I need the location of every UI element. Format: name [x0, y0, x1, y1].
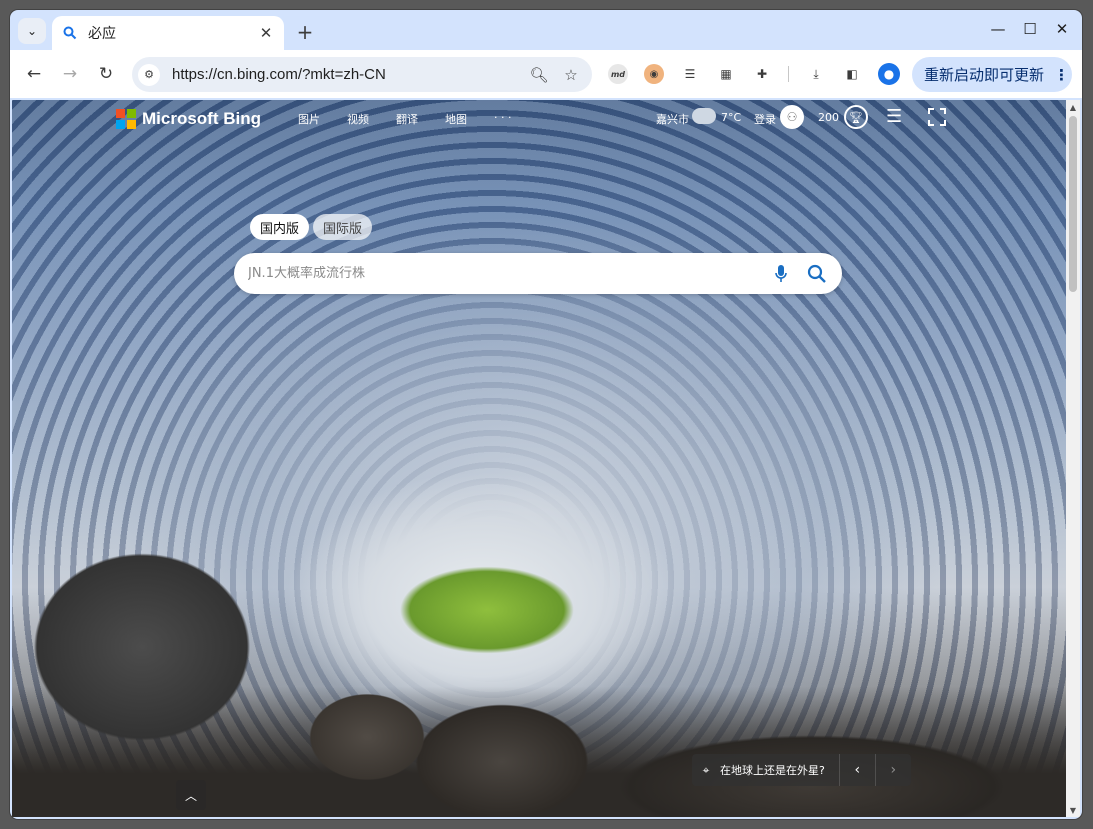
zoom-icon[interactable]: 🔍︎ [528, 66, 550, 84]
region-tabs: 国内版 国际版 [250, 214, 373, 240]
arrow-left-icon: ← [26, 64, 42, 84]
microphone-icon[interactable] [770, 263, 792, 285]
weather-temp[interactable]: 7°C [721, 111, 741, 124]
forward-button[interactable]: → [58, 62, 82, 86]
nav-videos[interactable]: 视频 [347, 111, 369, 127]
nav-images[interactable]: 图片 [298, 111, 320, 127]
download-icon[interactable]: ⤓ [806, 64, 826, 84]
scrollbar-thumb[interactable] [1069, 116, 1077, 292]
nav-maps[interactable]: 地图 [445, 111, 467, 127]
relaunch-update-button[interactable]: 重新启动即可更新 ⋮ [912, 57, 1072, 92]
reload-icon: ↻ [98, 64, 114, 84]
login-link[interactable]: 登录 [754, 111, 776, 127]
owl-extension-icon[interactable]: ◉ [644, 64, 664, 84]
chevron-up-icon: ︿ [184, 788, 197, 803]
tab-title: 必应 [88, 26, 116, 42]
side-panel-icon[interactable]: ◧ [842, 64, 862, 84]
minimize-button[interactable]: — [988, 20, 1008, 38]
more-menu-icon[interactable]: ⋮ [1054, 66, 1069, 84]
bing-logo[interactable]: Microsoft Bing [116, 109, 261, 129]
tab-search-button[interactable]: ⌄ [18, 18, 46, 44]
background-rocks [12, 527, 1080, 817]
page-viewport: Microsoft Bing 图片 视频 翻译 地图 · · · 嘉兴市 7°C… [12, 100, 1080, 817]
grid-extension-icon[interactable]: ▦ [716, 64, 736, 84]
new-tab-button[interactable]: + [294, 20, 316, 44]
search-input[interactable] [248, 266, 756, 281]
scroll-down-arrow-icon[interactable]: ▼ [1066, 803, 1080, 817]
bing-favicon-icon [62, 25, 78, 41]
microsoft-logo-icon [116, 109, 136, 129]
rewards-trophy-icon[interactable]: 🏆︎ [844, 105, 868, 129]
browser-window: ⌄ 必应 ✕ + — ☐ ✕ ← → ↻ ⚙ https://cn.bing.c… [10, 10, 1082, 819]
address-bar[interactable]: ⚙ https://cn.bing.com/?mkt=zh-CN 🔍︎ ☆ [132, 57, 592, 92]
markdown-extension-icon[interactable]: md [608, 64, 628, 84]
reload-button[interactable]: ↻ [94, 62, 118, 86]
image-info-card: ⌖ 在地球上还是在外星? ‹ › [692, 754, 911, 786]
tab-strip: ⌄ 必应 ✕ + — ☐ ✕ [10, 10, 1082, 50]
back-button[interactable]: ← [22, 62, 46, 86]
close-tab-icon[interactable]: ✕ [258, 24, 274, 42]
search-icon[interactable] [806, 263, 828, 285]
tab-international[interactable]: 国际版 [313, 214, 373, 240]
rewards-points[interactable]: 200 [818, 111, 839, 124]
image-caption[interactable]: 在地球上还是在外星? [720, 762, 839, 778]
arrow-right-icon: → [62, 64, 78, 84]
toolbar-divider [788, 66, 789, 82]
weather-city[interactable]: 嘉兴市 [656, 111, 689, 127]
plus-icon: + [296, 20, 314, 44]
hamburger-menu-icon[interactable]: ☰ [886, 106, 902, 127]
bookmark-star-icon[interactable]: ☆ [560, 66, 582, 84]
scroll-up-arrow-icon[interactable]: ▲ [1066, 100, 1080, 114]
update-label: 重新启动即可更新 [924, 66, 1045, 84]
window-close-button[interactable]: ✕ [1052, 20, 1072, 38]
tab-domestic[interactable]: 国内版 [250, 214, 310, 240]
chevron-down-icon: ⌄ [26, 24, 38, 38]
url-text[interactable]: https://cn.bing.com/?mkt=zh-CN [172, 66, 528, 83]
qr-code-icon[interactable] [928, 108, 946, 126]
page-scrollbar[interactable]: ▲ ▼ [1066, 100, 1080, 817]
user-avatar-icon[interactable]: ⚇ [780, 105, 804, 129]
next-image-button[interactable]: › [874, 754, 911, 786]
list-extension-icon[interactable]: ☰ [680, 64, 700, 84]
nav-translate[interactable]: 翻译 [396, 111, 418, 127]
scroll-up-button[interactable]: ︿ [176, 780, 206, 810]
puzzle-extensions-icon[interactable]: ✚ [752, 64, 772, 84]
active-tab[interactable]: 必应 ✕ [52, 16, 284, 50]
site-info-icon[interactable]: ⚙ [138, 63, 160, 86]
cloud-weather-icon [692, 108, 716, 124]
previous-image-button[interactable]: ‹ [838, 754, 875, 786]
location-pin-icon: ⌖ [702, 762, 710, 777]
nav-more[interactable]: · · · [494, 111, 511, 124]
browser-toolbar: ← → ↻ ⚙ https://cn.bing.com/?mkt=zh-CN 🔍… [10, 50, 1082, 98]
profile-avatar-icon[interactable]: ● [878, 63, 900, 85]
search-box [234, 253, 842, 294]
brand-text: Microsoft Bing [142, 109, 261, 128]
maximize-button[interactable]: ☐ [1020, 20, 1040, 38]
